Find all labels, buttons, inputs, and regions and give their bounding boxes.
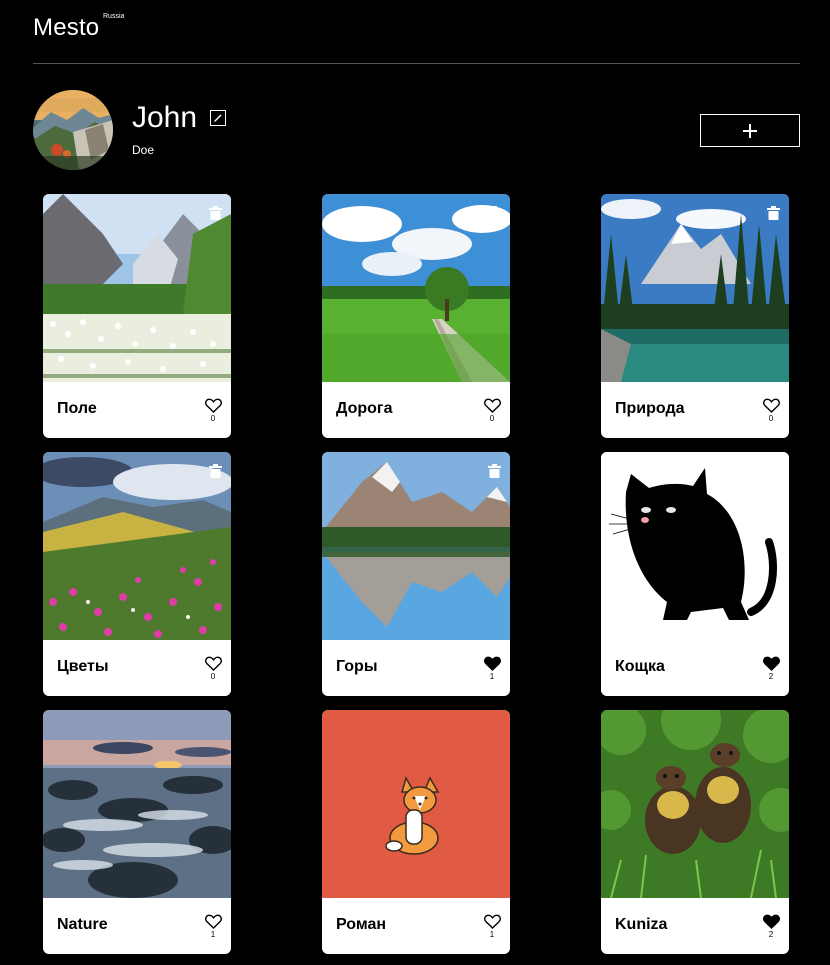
profile: John Doe: [33, 90, 800, 170]
card: Цветы 0: [43, 452, 231, 696]
trash-icon[interactable]: [488, 464, 501, 478]
like-group: 2: [762, 914, 780, 940]
card-title: Природа: [615, 400, 685, 417]
like-group: 0: [483, 398, 501, 424]
like-count: 0: [210, 414, 216, 423]
header: Mesto Russia: [33, 0, 800, 64]
like-group: 1: [483, 656, 501, 682]
heart-outline-icon[interactable]: [204, 914, 222, 929]
like-count: 1: [210, 930, 216, 939]
card: Природа 0: [601, 194, 789, 438]
pencil-icon: [214, 114, 222, 122]
trash-icon[interactable]: [488, 206, 501, 220]
like-group: 0: [762, 398, 780, 424]
like-count: 0: [768, 414, 774, 423]
trash-icon[interactable]: [209, 206, 222, 220]
like-count: 1: [489, 672, 495, 681]
trash-icon[interactable]: [209, 464, 222, 478]
profile-name: John: [132, 101, 198, 134]
like-group: 0: [204, 398, 222, 424]
card-title: Дорога: [336, 400, 393, 417]
add-card-button[interactable]: [700, 114, 800, 147]
card-image-flowers[interactable]: [43, 452, 231, 640]
card-image-forest-lake[interactable]: [601, 194, 789, 382]
like-group: 0: [204, 656, 222, 682]
card-title: Kuniza: [615, 916, 668, 933]
card-image-road[interactable]: [322, 194, 510, 382]
card: Роман 1: [322, 710, 510, 954]
card: Горы 1: [322, 452, 510, 696]
card-title: Кощка: [615, 658, 665, 675]
like-count: 0: [489, 414, 495, 423]
profile-about: Doe: [132, 143, 155, 157]
card-title: Горы: [336, 658, 378, 675]
heart-outline-icon[interactable]: [204, 398, 222, 413]
card-title: Nature: [57, 916, 108, 933]
card: Поле 0: [43, 194, 231, 438]
card-image-sea-rocks[interactable]: [43, 710, 231, 898]
heart-filled-icon[interactable]: [483, 656, 501, 671]
like-count: 2: [768, 930, 774, 939]
card: Кощка 2: [601, 452, 789, 696]
trash-icon[interactable]: [767, 206, 780, 220]
card-image-black-cat[interactable]: [601, 452, 789, 640]
heart-filled-icon[interactable]: [762, 914, 780, 929]
heart-outline-icon[interactable]: [483, 914, 501, 929]
card-title: Цветы: [57, 658, 109, 675]
card-title: Поле: [57, 400, 97, 417]
like-count: 2: [768, 672, 774, 681]
logo: Mesto: [33, 14, 100, 41]
heart-outline-icon[interactable]: [762, 398, 780, 413]
card-title: Роман: [336, 916, 387, 933]
heart-filled-icon[interactable]: [762, 656, 780, 671]
like-count: 0: [210, 672, 216, 681]
card-image-martens[interactable]: [601, 710, 789, 898]
avatar[interactable]: [33, 90, 113, 170]
edit-profile-button[interactable]: [210, 110, 226, 126]
card: Дорога 0: [322, 194, 510, 438]
like-group: 1: [483, 914, 501, 940]
logo-superscript: Russia: [103, 13, 125, 20]
card: Kuniza 2: [601, 710, 789, 954]
card-image-meadow[interactable]: [43, 194, 231, 382]
like-count: 1: [489, 930, 495, 939]
card-image-corgi[interactable]: [322, 710, 510, 898]
card: Nature 1: [43, 710, 231, 954]
like-group: 1: [204, 914, 222, 940]
heart-outline-icon[interactable]: [204, 656, 222, 671]
card-image-mountains[interactable]: [322, 452, 510, 640]
like-group: 2: [762, 656, 780, 682]
heart-outline-icon[interactable]: [483, 398, 501, 413]
cards-grid: Поле 0 Дорога 0 Природа 0 Цветы 0 Горы 1…: [43, 194, 790, 954]
